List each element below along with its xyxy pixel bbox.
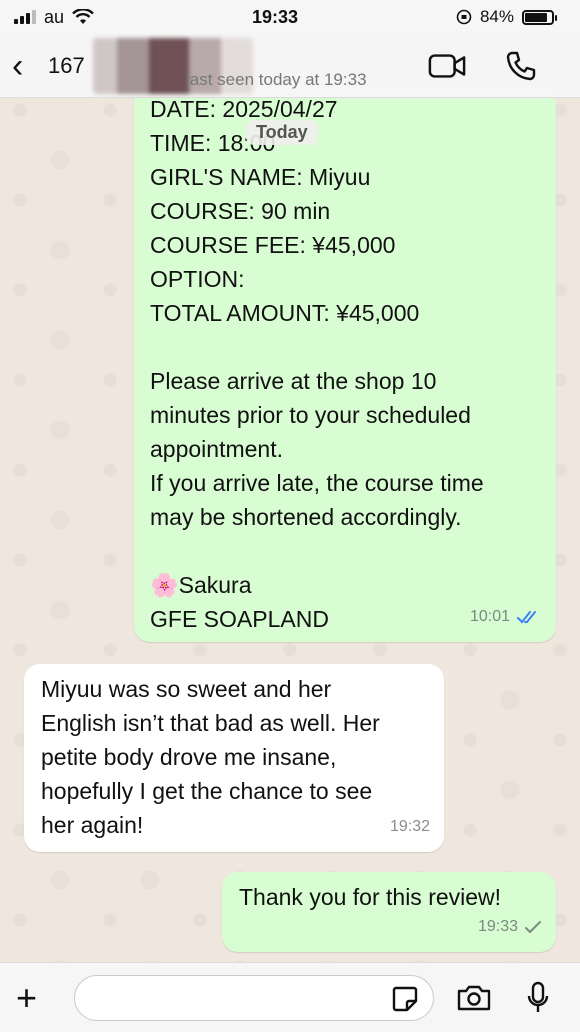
message-line: GIRL'S NAME: Miyuu — [150, 164, 371, 190]
message-line: may be shortened accordingly. — [150, 504, 462, 530]
attach-button[interactable]: + — [16, 979, 56, 1016]
date-separator: Today — [246, 120, 318, 145]
message-time: 19:32 — [389, 818, 430, 835]
video-call-button[interactable] — [428, 49, 466, 83]
message-line: OPTION: — [150, 266, 245, 292]
sticker-icon[interactable] — [391, 985, 419, 1013]
signal-icon — [14, 10, 36, 24]
message-input[interactable] — [91, 986, 391, 1009]
message-bubble-incoming[interactable]: Miyuu was so sweet and her English isn’t… — [24, 664, 444, 852]
carrier-label: au — [44, 6, 65, 27]
battery-icon — [521, 9, 557, 25]
chat-header: ‹ 167 last seen today at 19:33 — [0, 34, 580, 98]
wifi-icon — [72, 9, 94, 24]
message-line: If you arrive late, the course time — [150, 470, 484, 496]
message-line: her again! — [41, 812, 144, 838]
composer-bar: + — [0, 962, 580, 1032]
message-line: Thank you for this review! — [239, 884, 502, 910]
message-line: appointment. — [150, 436, 283, 462]
camera-icon[interactable] — [456, 984, 492, 1012]
message-line: COURSE: 90 min — [150, 198, 331, 224]
voice-call-button[interactable] — [502, 49, 540, 83]
message-line: hopefully I get the chance to see — [41, 778, 373, 804]
battery-percent: 84% — [479, 7, 514, 26]
message-line — [150, 534, 540, 568]
message-bubble-outgoing[interactable]: DATE: 2025/04/27 TIME: 18:00 GIRL'S NAME… — [134, 86, 556, 642]
message-line: 🌸Sakura — [150, 572, 252, 598]
orientation-lock-icon — [456, 9, 472, 25]
microphone-icon[interactable] — [526, 981, 550, 1015]
message-time: 10:01 — [469, 608, 510, 625]
clock: 19:33 — [251, 6, 299, 27]
read-ticks-icon — [517, 611, 536, 624]
contact-name[interactable]: 167 — [48, 53, 85, 79]
message-line: TOTAL AMOUNT: ¥45,000 — [150, 300, 420, 326]
message-input-wrapper[interactable] — [74, 974, 434, 1021]
message-line: Please arrive at the shop 10 — [150, 368, 437, 394]
phone-icon — [506, 51, 536, 80]
back-button[interactable]: ‹ — [12, 49, 42, 83]
message-bubble-outgoing[interactable]: Thank you for this review! 19:33 — [222, 872, 556, 952]
message-line: minutes prior to your scheduled — [150, 402, 471, 428]
message-line: Miyuu was so sweet and her — [41, 676, 332, 702]
message-line: TIME: 18:00 — [150, 130, 276, 156]
message-line: COURSE FEE: ¥45,000 — [150, 232, 396, 258]
message-line — [150, 330, 540, 364]
message-line: petite body drove me insane, — [41, 744, 337, 770]
last-seen: last seen today at 19:33 — [186, 70, 367, 89]
message-time: 19:33 — [477, 918, 518, 935]
video-camera-icon — [428, 53, 466, 78]
message-line: English isn’t that bad as well. Her — [41, 710, 380, 736]
status-bar: au 19:33 84% — [0, 0, 580, 34]
sent-tick-icon — [525, 921, 541, 934]
